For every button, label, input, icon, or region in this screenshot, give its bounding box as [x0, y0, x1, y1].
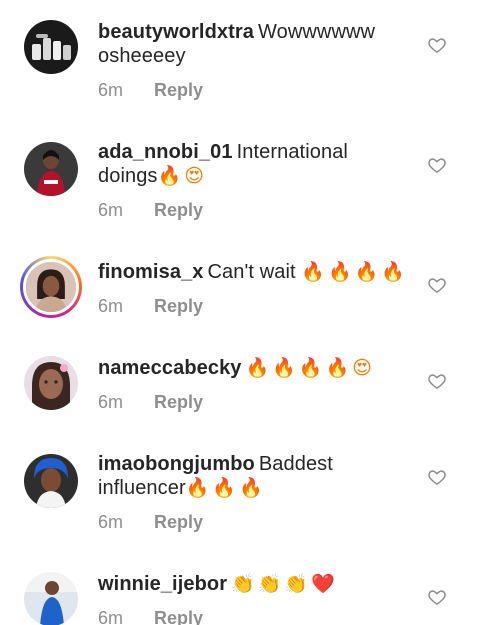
- comment-username[interactable]: ada_nnobi_01: [98, 141, 233, 163]
- comment-time: 6m: [98, 296, 124, 316]
- reply-button[interactable]: Reply: [154, 512, 203, 532]
- heart-outline-icon[interactable]: [427, 155, 447, 175]
- avatar[interactable]: [24, 20, 78, 74]
- comment-emojis: 👏👏👏❤️: [231, 573, 338, 595]
- comment-time: 6m: [98, 608, 124, 625]
- avatar: [23, 259, 79, 315]
- comment-item: winnie_ijebor 👏👏👏❤️ 6m Reply: [0, 552, 480, 625]
- comment-emojis: 🔥🔥🔥🔥😍: [245, 357, 375, 379]
- avatar-story-ring[interactable]: [20, 256, 82, 318]
- comment-username[interactable]: nameccabecky: [98, 357, 242, 379]
- comment-message: Can't wait: [207, 261, 296, 283]
- comment-username[interactable]: finomisa_x: [98, 261, 203, 283]
- comment-item: nameccabecky 🔥🔥🔥🔥😍 6m Reply: [0, 336, 480, 432]
- heart-outline-icon[interactable]: [427, 371, 447, 391]
- comment-item: finomisa_x Can't wait 🔥🔥🔥🔥 6m Reply: [0, 240, 480, 336]
- comment-username[interactable]: imaobongjumbo: [98, 453, 255, 475]
- comment-text: finomisa_x Can't wait 🔥🔥🔥🔥: [98, 260, 408, 284]
- avatar[interactable]: [24, 356, 78, 410]
- comment-time: 6m: [98, 80, 124, 100]
- comment-item: ada_nnobi_01 International doings🔥😍 6m Rep…: [0, 120, 480, 240]
- comment-item: beautyworldxtra Wowwwwww osheeeey 6m Reply: [0, 0, 480, 120]
- reply-button[interactable]: Reply: [154, 200, 203, 220]
- comment-username[interactable]: beautyworldxtra: [98, 21, 254, 43]
- comment-username[interactable]: winnie_ijebor: [98, 573, 227, 595]
- comment-emojis: 🔥😍: [157, 165, 208, 187]
- comment-time: 6m: [98, 200, 124, 220]
- avatar[interactable]: [24, 572, 78, 625]
- heart-outline-icon[interactable]: [427, 467, 447, 487]
- comment-emojis: 🔥🔥🔥🔥: [301, 261, 408, 283]
- avatar[interactable]: [24, 454, 78, 508]
- comment-item: imaobongjumbo Baddest influencer🔥🔥🔥 6m Rep…: [0, 432, 480, 552]
- comment-emojis: 🔥🔥🔥: [185, 477, 266, 499]
- comment-text: nameccabecky 🔥🔥🔥🔥😍: [98, 356, 408, 380]
- heart-outline-icon[interactable]: [427, 275, 447, 295]
- comment-text: ada_nnobi_01 International doings🔥😍: [98, 140, 408, 188]
- reply-button[interactable]: Reply: [154, 80, 203, 100]
- reply-button[interactable]: Reply: [154, 296, 203, 316]
- comment-time: 6m: [98, 512, 124, 532]
- heart-outline-icon[interactable]: [427, 35, 447, 55]
- comment-text: winnie_ijebor 👏👏👏❤️: [98, 572, 408, 596]
- reply-button[interactable]: Reply: [154, 608, 203, 625]
- avatar[interactable]: [24, 142, 78, 196]
- comment-text: imaobongjumbo Baddest influencer🔥🔥🔥: [98, 452, 408, 500]
- comment-text: beautyworldxtra Wowwwwww osheeeey: [98, 20, 408, 68]
- heart-outline-icon[interactable]: [427, 587, 447, 607]
- comment-time: 6m: [98, 392, 124, 412]
- reply-button[interactable]: Reply: [154, 392, 203, 412]
